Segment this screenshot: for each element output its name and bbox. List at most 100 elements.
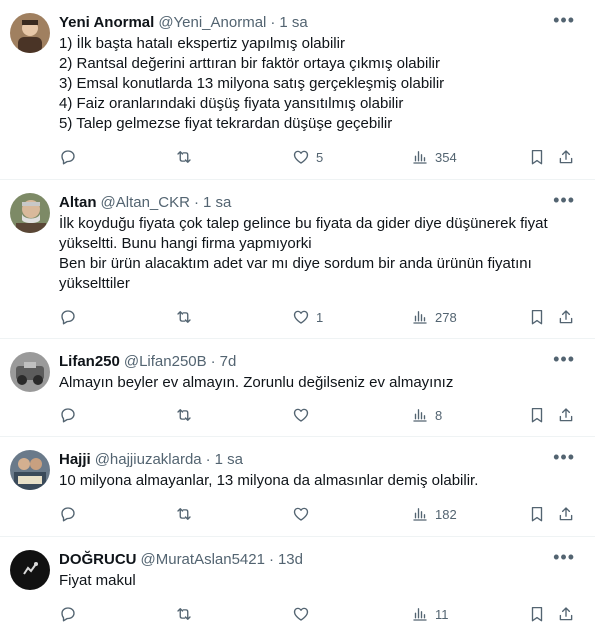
view-count: 278	[435, 309, 457, 325]
bookmark-button[interactable]	[528, 306, 546, 328]
user-name[interactable]: DOĞRUCU	[59, 551, 137, 568]
tweet-text-line: 5) Talep gelmezse fiyat tekrardan düşüşe…	[59, 115, 393, 132]
like-button[interactable]: 1	[292, 306, 323, 328]
user-handle[interactable]: @Yeni_Anormal	[158, 14, 266, 31]
tweet-text: Fiyat makul	[59, 571, 581, 591]
reply-button[interactable]	[59, 404, 77, 426]
share-button[interactable]	[557, 306, 575, 328]
tweet-text-line: yükseltti. Bunu hangi firma yapmıyorki	[59, 235, 312, 252]
share-button[interactable]	[557, 146, 575, 168]
reply-icon	[61, 408, 75, 423]
user-handle[interactable]: @hajjiuzaklarda	[95, 451, 202, 468]
bookmark-button[interactable]	[528, 404, 546, 426]
reply-tweet[interactable]: Lifan250 @Lifan250B · 7d ••• Almayın bey…	[0, 339, 595, 437]
timestamp[interactable]: 1 sa	[203, 194, 231, 211]
more-icon[interactable]: •••	[553, 350, 575, 368]
tweet-text: 10 milyona almayanlar, 13 milyona da alm…	[59, 471, 581, 491]
timestamp[interactable]: 1 sa	[215, 451, 243, 468]
reply-button[interactable]	[59, 503, 77, 525]
views-button[interactable]: 8	[411, 404, 442, 426]
bookmark-button[interactable]	[528, 503, 546, 525]
bookmark-icon	[531, 149, 543, 165]
share-button[interactable]	[557, 404, 575, 426]
like-button[interactable]	[292, 404, 316, 426]
tweet-text-line: 3) Emsal konutlarda 13 milyona satış ger…	[59, 75, 445, 92]
more-icon[interactable]: •••	[553, 191, 575, 209]
timestamp[interactable]: 13d	[278, 551, 303, 568]
reply-tweet[interactable]: Yeni Anormal @Yeni_Anormal · 1 sa ••• 1)…	[0, 0, 595, 180]
timestamp[interactable]: 1 sa	[279, 14, 307, 31]
like-button[interactable]	[292, 503, 316, 525]
retweet-button[interactable]	[175, 306, 193, 328]
reply-tweet[interactable]: Altan @Altan_CKR · 1 sa ••• İlk koyduğu …	[0, 180, 595, 339]
retweet-button[interactable]	[175, 404, 193, 426]
avatar[interactable]	[10, 13, 50, 53]
user-name[interactable]: Altan	[59, 194, 97, 211]
tweet-header: DOĞRUCU @MuratAslan5421 · 13d	[59, 548, 595, 570]
retweet-button[interactable]	[175, 146, 193, 168]
tweet-text: Almayın beyler ev almayın. Zorunlu değil…	[59, 373, 581, 393]
tweet-text-line: 1) İlk başta hatalı ekspertiz yapılmış o…	[59, 35, 345, 52]
bookmark-button[interactable]	[528, 603, 546, 625]
reply-icon	[61, 310, 75, 325]
like-count: 1	[316, 309, 324, 325]
tweet-header: Altan @Altan_CKR · 1 sa	[59, 191, 595, 213]
avatar[interactable]	[10, 450, 50, 490]
bookmark-button[interactable]	[528, 146, 546, 168]
views-button[interactable]: 278	[411, 306, 457, 328]
reply-icon	[61, 507, 75, 522]
avatar[interactable]	[10, 193, 50, 233]
like-icon	[293, 607, 309, 621]
user-name[interactable]: Lifan250	[59, 353, 120, 370]
user-handle[interactable]: @Lifan250B	[124, 353, 207, 370]
tweet-text-line: 10 milyona almayanlar, 13 milyona da alm…	[59, 472, 479, 489]
view-count: 354	[435, 149, 457, 165]
view-count: 11	[435, 606, 449, 622]
reply-button[interactable]	[59, 306, 77, 328]
retweet-button[interactable]	[175, 603, 193, 625]
reply-tweet[interactable]: Hajji @hajjiuzaklarda · 1 sa ••• 10 mily…	[0, 437, 595, 537]
like-icon	[293, 408, 309, 422]
retweet-button[interactable]	[175, 503, 193, 525]
avatar[interactable]	[10, 352, 50, 392]
share-icon	[559, 507, 573, 521]
views-icon	[413, 508, 427, 521]
reply-button[interactable]	[59, 146, 77, 168]
reply-tweet[interactable]: DOĞRUCU @MuratAslan5421 · 13d ••• Fiyat …	[0, 537, 595, 634]
user-handle[interactable]: @Altan_CKR	[101, 194, 190, 211]
like-button[interactable]	[292, 603, 316, 625]
like-icon	[293, 507, 309, 521]
view-count: 182	[435, 506, 457, 522]
more-icon[interactable]: •••	[553, 548, 575, 566]
timestamp[interactable]: 7d	[220, 353, 237, 370]
share-icon	[559, 607, 573, 621]
bookmark-icon	[531, 407, 543, 423]
like-button[interactable]: 5	[292, 146, 323, 168]
action-bar: 5 354	[59, 146, 577, 168]
views-icon	[413, 311, 427, 324]
avatar[interactable]	[10, 550, 50, 590]
share-button[interactable]	[557, 603, 575, 625]
more-icon[interactable]: •••	[553, 448, 575, 466]
user-name[interactable]: Yeni Anormal	[59, 14, 154, 31]
tweet-text-line: yükselttiler	[59, 275, 130, 292]
user-handle[interactable]: @MuratAslan5421	[141, 551, 265, 568]
views-icon	[413, 608, 427, 621]
more-icon[interactable]: •••	[553, 11, 575, 29]
views-button[interactable]: 354	[411, 146, 457, 168]
tweet-text-line: 2) Rantsal değerini arttıran bir faktör …	[59, 55, 440, 72]
share-icon	[559, 150, 573, 164]
views-button[interactable]: 182	[411, 503, 457, 525]
reply-feed: Yeni Anormal @Yeni_Anormal · 1 sa ••• 1)…	[0, 0, 595, 634]
like-icon	[293, 150, 309, 164]
views-button[interactable]: 11	[411, 603, 449, 625]
share-button[interactable]	[557, 503, 575, 525]
retweet-icon	[177, 409, 191, 421]
tweet-text-line: Fiyat makul	[59, 572, 136, 589]
reply-button[interactable]	[59, 603, 77, 625]
action-bar: 182	[59, 503, 577, 525]
user-name[interactable]: Hajji	[59, 451, 91, 468]
retweet-icon	[177, 608, 191, 620]
share-icon	[559, 408, 573, 422]
reply-icon	[61, 150, 75, 165]
